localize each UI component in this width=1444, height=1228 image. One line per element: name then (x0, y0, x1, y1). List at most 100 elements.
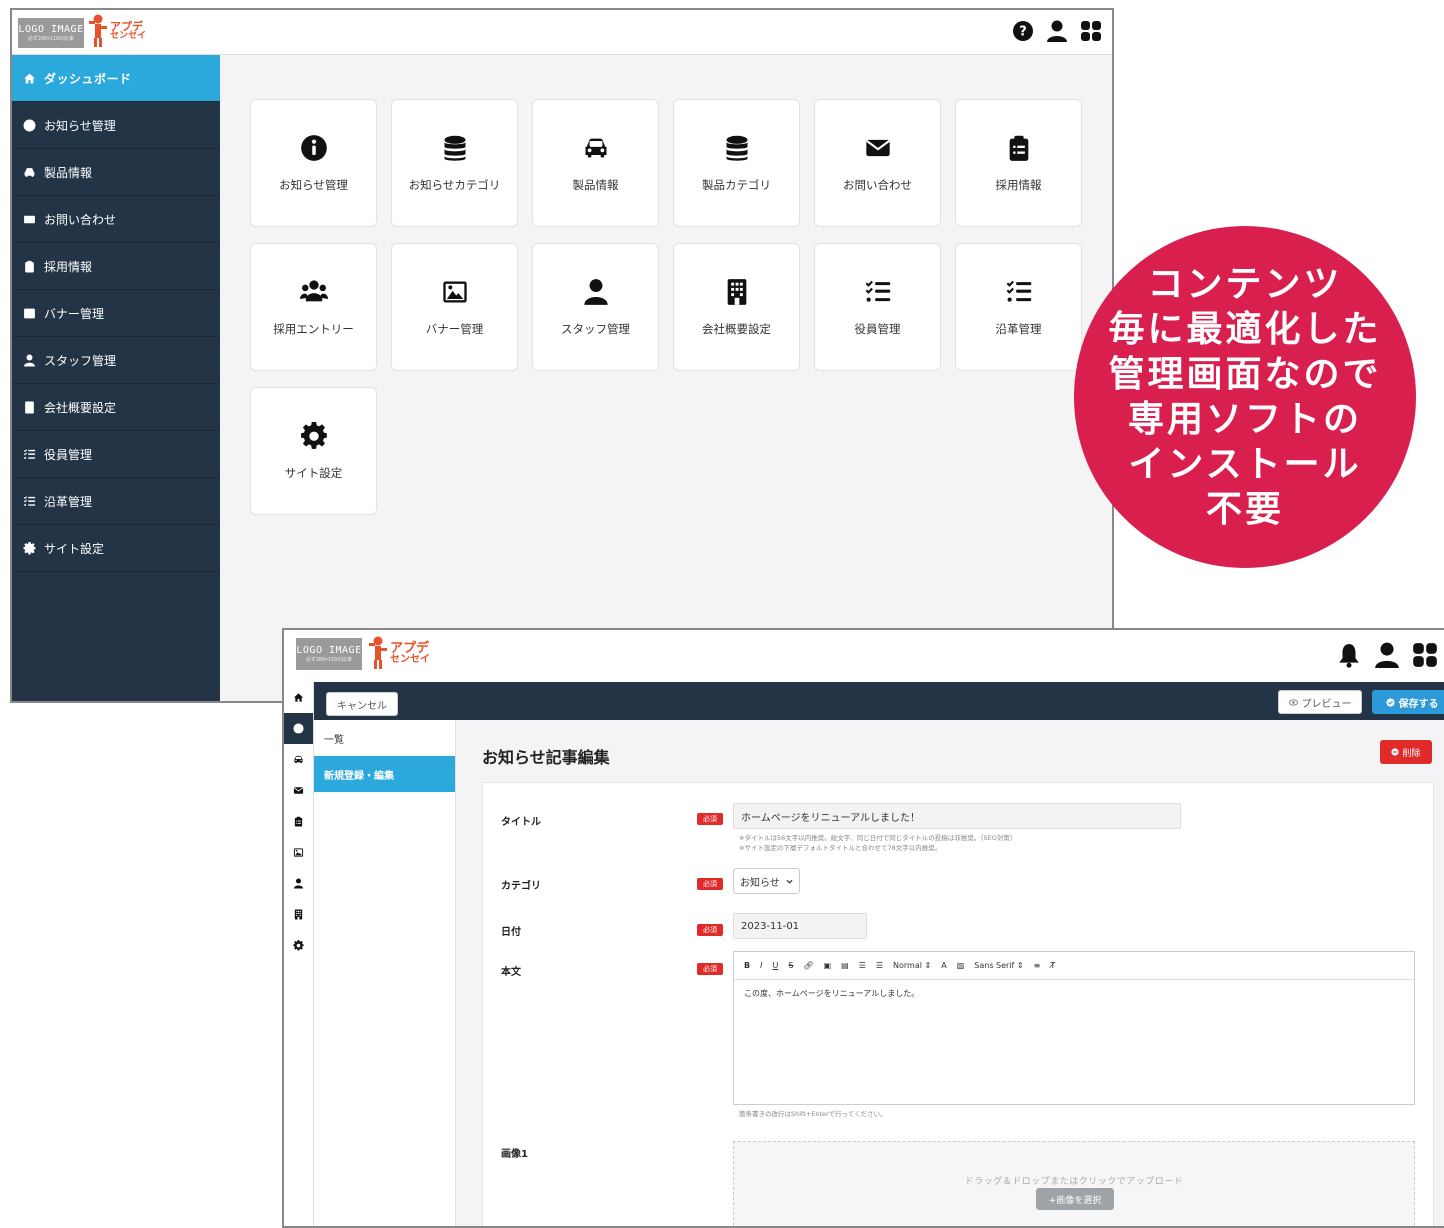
tile-label: サイト設定 (284, 466, 343, 480)
dashboard-header: LOGO IMAGE 必ず200×110の比率 アプデ センセイ ? (12, 10, 1112, 55)
font-select[interactable]: Sans Serif ⇕ (974, 961, 1023, 970)
bg-color-icon[interactable]: ▨ (957, 961, 965, 970)
title-note-2: ※サイト設定の下層デフォルトタイトルと合わせて78文字以内推奨。 (739, 844, 942, 852)
sidebar-item-0[interactable]: ダッシュボード (12, 55, 220, 102)
rail-item-user[interactable] (284, 868, 313, 899)
sidebar-item-4[interactable]: 採用情報 (12, 243, 220, 290)
eye-icon (1288, 698, 1298, 706)
date-input[interactable]: 2023-11-01 (733, 913, 867, 939)
rail-item-image[interactable] (284, 837, 313, 868)
dashboard-tile-11[interactable]: 沿革管理 (955, 243, 1082, 371)
preview-button[interactable]: プレビュー (1278, 690, 1362, 714)
video-insert-icon[interactable]: ▤ (841, 961, 849, 970)
cancel-button[interactable]: キャンセル (326, 692, 398, 716)
sidebar-item-1[interactable]: お知らせ管理 (12, 102, 220, 149)
tile-label: スタッフ管理 (561, 322, 630, 336)
rail-item-clipboard[interactable] (284, 806, 313, 837)
sidebar-item-9[interactable]: 沿革管理 (12, 478, 220, 525)
user-icon[interactable] (1046, 20, 1068, 42)
select-image-button[interactable]: +画像を選択 (1036, 1188, 1114, 1210)
dashboard-tile-4[interactable]: お問い合わせ (814, 99, 941, 227)
text-color-icon[interactable]: A (941, 961, 946, 970)
bell-icon[interactable] (1336, 642, 1362, 668)
callout-line: 管理画面なので (1108, 354, 1382, 395)
rail-item-home[interactable] (284, 682, 313, 713)
help-icon[interactable]: ? (1012, 20, 1034, 42)
gear-icon (22, 541, 35, 554)
required-badge: 必須 (697, 878, 723, 890)
dashboard-tile-10[interactable]: 役員管理 (814, 243, 941, 371)
italic-button[interactable]: I (760, 961, 762, 970)
sidebar-item-icon (22, 71, 36, 85)
sidebar-item-7[interactable]: 会社概要設定 (12, 384, 220, 431)
tile-label: 会社概要設定 (702, 322, 771, 336)
bold-button[interactable]: B (744, 961, 750, 970)
align-icon[interactable]: ≡ (1034, 961, 1041, 970)
save-button[interactable]: 保存する (1372, 690, 1444, 714)
category-select[interactable]: お知らせ (733, 868, 800, 894)
brand-name-line2: センセイ (390, 653, 430, 665)
dashboard-tile-12[interactable]: サイト設定 (250, 387, 377, 515)
sidebar-item-8[interactable]: 役員管理 (12, 431, 220, 478)
image-icon (293, 848, 304, 857)
sidebar-item-3[interactable]: お問い合わせ (12, 196, 220, 243)
sidebar-item-icon (22, 165, 36, 179)
logo-placeholder[interactable]: LOGO IMAGE 必ず200×110の比率 (18, 18, 84, 48)
dashboard-tile-9[interactable]: 会社概要設定 (673, 243, 800, 371)
subnav-item-1[interactable]: 新規登録・編集 (314, 756, 455, 792)
dashboard-tile-8[interactable]: スタッフ管理 (532, 243, 659, 371)
underline-button[interactable]: U (772, 961, 778, 970)
strike-button[interactable]: S (788, 961, 793, 970)
rail-item-car[interactable] (284, 744, 313, 775)
dashboard-tile-5[interactable]: 採用情報 (955, 99, 1082, 227)
save-label: 保存する (1398, 698, 1439, 710)
apps-grid-icon[interactable] (1080, 20, 1102, 42)
clear-format-icon[interactable]: T̸ (1050, 961, 1055, 970)
tile-label: 役員管理 (854, 322, 901, 336)
editor-content[interactable]: この度、ホームページをリニューアルしました。 (734, 980, 1414, 1007)
logo-placeholder[interactable]: LOGO IMAGE 必ず200×110の比率 (296, 638, 362, 670)
sidebar-item-6[interactable]: スタッフ管理 (12, 337, 220, 384)
title-input[interactable]: ホームページをリニューアルしました！ (733, 803, 1181, 829)
dashboard-tile-3[interactable]: 製品カテゴリ (673, 99, 800, 227)
sidebar-item-label: バナー管理 (44, 306, 105, 321)
dashboard-tile-6[interactable]: 採用エントリー (250, 243, 377, 371)
subnav-item-0[interactable]: 一覧 (314, 720, 455, 756)
user-icon[interactable] (1374, 642, 1400, 668)
brand-mark: アプデ センセイ (88, 14, 146, 48)
link-icon[interactable]: 🔗︎ (803, 961, 813, 970)
dashboard-tile-1[interactable]: お知らせカテゴリ (391, 99, 518, 227)
logo-subtext: 必ず200×110の比率 (27, 36, 75, 42)
tile-label: お知らせカテゴリ (408, 178, 501, 192)
dashboard-tile-2[interactable]: 製品情報 (532, 99, 659, 227)
users-icon (299, 280, 328, 302)
apps-grid-icon[interactable] (1412, 642, 1438, 668)
delete-label: 削除 (1402, 748, 1421, 759)
bullet-list-icon[interactable]: ☰ (876, 961, 883, 970)
dashboard-tile-0[interactable]: お知らせ管理 (250, 99, 377, 227)
gear-icon (293, 940, 304, 951)
icon-rail (284, 682, 314, 1226)
dashboard-tile-7[interactable]: バナー管理 (391, 243, 518, 371)
image-icon (23, 308, 35, 318)
sidebar-item-2[interactable]: 製品情報 (12, 149, 220, 196)
editor-header: LOGO IMAGE 必ず200×110の比率 アプデ センセイ (284, 630, 1444, 682)
image-dropzone[interactable]: ドラッグ＆ドロップまたはクリックでアップロード +画像を選択 (733, 1141, 1415, 1226)
sidebar-item-10[interactable]: サイト設定 (12, 525, 220, 572)
delete-button[interactable]: 削除 (1380, 740, 1432, 764)
heading-select[interactable]: Normal ⇕ (893, 961, 931, 970)
dashboard-tile-grid: お知らせ管理 お知らせカテゴリ 製品情報 製品カテゴリ お問い合わせ 採用情報採用エントリ… (250, 99, 1082, 515)
check-circle-icon (1385, 697, 1395, 707)
rail-item-gear[interactable] (284, 930, 313, 961)
rail-item-envelope[interactable] (284, 775, 313, 806)
rail-item-building[interactable] (284, 899, 313, 930)
page-title: お知らせ記事編集 (482, 748, 610, 767)
image-insert-icon[interactable]: ▣ (824, 961, 832, 970)
rail-item-info[interactable] (284, 713, 313, 744)
title-note-1: ※タイトルは56文字以内推奨。絵文字、同じ日付で同じタイトルの投稿は非推奨。（S… (739, 834, 1017, 842)
mascot-icon (369, 636, 387, 669)
sidebar-item-5[interactable]: バナー管理 (12, 290, 220, 337)
sidebar-item-icon (22, 541, 36, 555)
required-badge: 必須 (697, 924, 723, 936)
ordered-list-icon[interactable]: ☰ (859, 961, 866, 970)
